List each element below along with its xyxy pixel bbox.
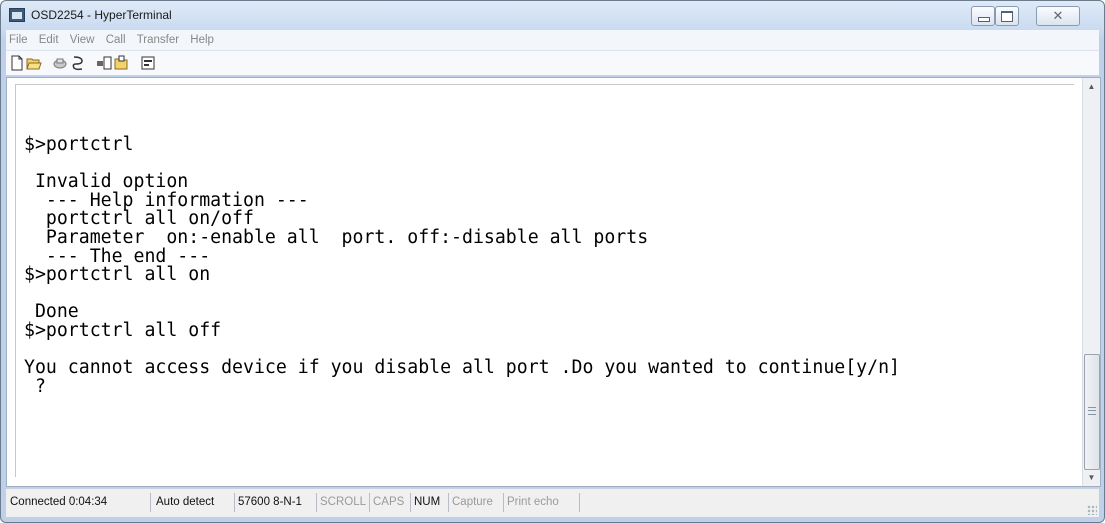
close-icon: ✕ — [1052, 8, 1064, 23]
new-connection-icon[interactable] — [9, 55, 25, 71]
scrollbar-thumb[interactable] — [1084, 354, 1100, 470]
hyperterminal-window: OSD2254 - HyperTerminal ✕ File Edit View… — [0, 0, 1105, 523]
open-icon[interactable] — [26, 55, 42, 71]
status-num: NUM — [410, 493, 449, 512]
terminal-output[interactable]: $>portctrl Invalid option --- Help infor… — [24, 134, 900, 397]
minimize-icon — [978, 17, 990, 22]
status-capture: Capture — [448, 493, 504, 512]
terminal-line: $>portctrl — [24, 134, 134, 155]
status-settings: 57600 8-N-1 — [234, 493, 317, 512]
scroll-down-arrow-icon[interactable]: ▼ — [1083, 469, 1100, 486]
scrollbar-grip-icon — [1088, 407, 1096, 415]
scroll-up-arrow-icon[interactable]: ▲ — [1083, 78, 1100, 95]
toolbar — [6, 51, 1099, 76]
vertical-scrollbar[interactable]: ▲ ▼ — [1082, 78, 1100, 486]
close-button[interactable]: ✕ — [1036, 6, 1080, 26]
maximize-icon — [1001, 11, 1013, 22]
call-icon[interactable] — [52, 55, 68, 71]
status-bar: Connected 0:04:34 Auto detect 57600 8-N-… — [6, 488, 1099, 517]
menu-call[interactable]: Call — [102, 30, 130, 50]
status-caps: CAPS — [369, 493, 411, 512]
send-icon[interactable] — [96, 55, 112, 71]
status-detect: Auto detect — [152, 493, 235, 512]
resize-grip-icon[interactable] — [1087, 505, 1097, 515]
window-title: OSD2254 - HyperTerminal — [31, 8, 172, 22]
terminal-line: ? — [24, 375, 46, 397]
terminal-screen[interactable]: $>portctrl Invalid option --- Help infor… — [7, 78, 1082, 486]
properties-icon[interactable] — [140, 55, 156, 71]
status-print-echo: Print echo — [503, 493, 580, 512]
maximize-button[interactable] — [995, 6, 1019, 26]
terminal-line: $>portctrl all on — [24, 264, 211, 286]
menu-help[interactable]: Help — [186, 30, 218, 50]
receive-icon[interactable] — [114, 55, 130, 71]
minimize-button[interactable] — [971, 6, 995, 26]
menu-transfer[interactable]: Transfer — [133, 30, 183, 50]
title-bar[interactable]: OSD2254 - HyperTerminal ✕ — [1, 1, 1104, 29]
disconnect-icon[interactable] — [70, 55, 86, 71]
status-connected: Connected 0:04:34 — [6, 493, 151, 512]
hyperterminal-app-icon[interactable] — [9, 8, 25, 22]
terminal-line: $>portctrl all off — [24, 319, 222, 341]
menu-view[interactable]: View — [66, 30, 99, 50]
menu-bar: File Edit View Call Transfer Help — [6, 30, 1099, 51]
status-scroll: SCROLL — [316, 493, 370, 512]
terminal-frame: $>portctrl Invalid option --- Help infor… — [6, 77, 1101, 487]
menu-file[interactable]: File — [6, 30, 32, 50]
terminal-line: You cannot access device if you disable … — [24, 357, 900, 379]
menu-edit[interactable]: Edit — [35, 30, 63, 50]
